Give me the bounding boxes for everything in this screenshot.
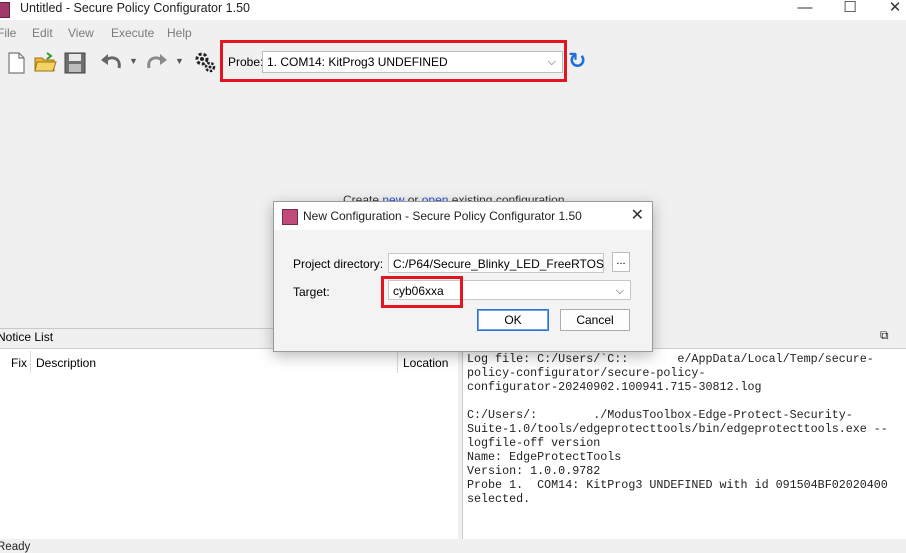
menu-file[interactable]: File [0,26,16,40]
minimize-icon[interactable]: — [790,0,820,18]
menu-edit[interactable]: Edit [32,26,53,40]
notice-list-panel: Fix Description Location [0,348,458,539]
log-text: Log file: C:/Users/`C:: e/AppData/Local/… [467,352,888,506]
log-line: Name: EdgeProtectTools [467,450,622,464]
probe-label: Probe: [228,55,264,69]
dialog-title: New Configuration - Secure Policy Config… [303,209,582,223]
column-fix[interactable]: Fix [11,356,27,370]
settings-gears-icon[interactable] [193,50,217,74]
new-file-icon[interactable] [4,51,28,75]
refresh-icon[interactable]: ↻ [568,50,590,74]
redo-dropdown-icon[interactable]: ▼ [175,56,184,66]
log-line: selected. [467,492,531,506]
browse-button[interactable]: ... [612,252,630,272]
dialog-app-icon [282,209,298,225]
probe-value: 1. COM14: KitProg3 UNDEFINED [267,55,448,69]
new-configuration-dialog: New Configuration - Secure Policy Config… [273,201,653,352]
maximize-icon[interactable]: ☐ [835,0,865,18]
chevron-down-icon: ⌵ [615,285,624,297]
status-bar [0,539,906,551]
column-divider [30,351,31,373]
project-directory-value: C:/P64/Secure_Blinky_LED_FreeRTOS [393,257,604,271]
target-label: Target: [293,285,330,299]
log-line: Log file: C:/Users/`C:: e/AppData/Local/… [467,352,874,366]
column-divider [397,351,398,373]
cancel-button[interactable]: Cancel [560,309,630,331]
close-icon[interactable]: ✕ [880,0,906,18]
dialog-title-bar: New Configuration - Secure Policy Config… [274,202,652,230]
title-bar: Untitled - Secure Policy Configurator 1.… [0,0,906,20]
project-directory-input[interactable]: C:/P64/Secure_Blinky_LED_FreeRTOS [388,253,604,273]
open-folder-icon[interactable] [33,51,57,75]
log-line: Probe 1. COM14: KitProg3 UNDEFINED with … [467,478,888,492]
log-line: logfile-off version [467,436,601,450]
app-icon [0,2,10,18]
window-title: Untitled - Secure Policy Configurator 1.… [20,1,250,15]
column-description[interactable]: Description [36,356,96,370]
undo-dropdown-icon[interactable]: ▼ [129,56,138,66]
project-directory-label: Project directory: [293,257,384,271]
probe-select[interactable]: 1. COM14: KitProg3 UNDEFINED ⌵ [262,51,563,73]
chevron-down-icon: ⌵ [547,56,556,68]
dialog-close-icon[interactable]: ✕ [631,205,644,225]
log-line: C:/Users/: ./ModusToolbox-Edge-Protect-S… [467,408,853,422]
log-panel-float-icon[interactable]: ⧉ [880,328,889,343]
ok-button[interactable]: OK [477,309,549,331]
log-panel: Log file: C:/Users/`C:: e/AppData/Local/… [462,348,906,539]
column-location[interactable]: Location [403,356,448,370]
save-icon[interactable] [63,51,87,75]
undo-icon[interactable] [99,51,123,75]
log-line: policy-configurator/secure-policy- [467,366,706,380]
menu-help[interactable]: Help [167,26,192,40]
menu-view[interactable]: View [68,26,94,40]
log-line: configurator-20240902.100941.715-30812.l… [467,380,762,394]
log-line: Version: 1.0.0.9782 [467,464,601,478]
menu-execute[interactable]: Execute [111,26,154,40]
log-line: Suite-1.0/tools/edgeprotecttools/bin/edg… [467,422,888,436]
target-highlight [381,276,463,308]
status-text: Ready [0,541,31,553]
notice-list-title: Notice List [0,330,54,344]
redo-icon[interactable] [145,51,169,75]
